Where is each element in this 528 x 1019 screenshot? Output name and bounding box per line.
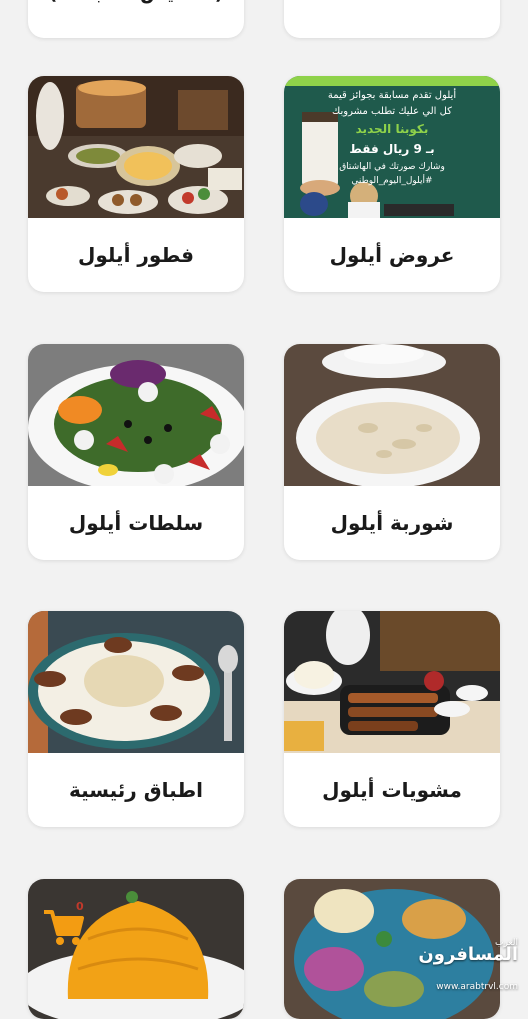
category-title: (الخميس ، الجمعة) xyxy=(28,0,244,38)
category-title: عروض أيلول xyxy=(329,243,455,267)
offers-photo: أيلول تقدم مسابقة بجوائز قيمة كل الي علي… xyxy=(284,76,500,218)
category-title xyxy=(284,0,500,38)
promo-line3: بكوبنا الجديد xyxy=(355,122,429,136)
category-title: فطور أيلول xyxy=(78,243,195,267)
breakfast-photo xyxy=(28,76,244,218)
watermark-logo: العرب المسافرون www.arabtrvl.com xyxy=(418,934,522,994)
category-card-rice[interactable] xyxy=(28,879,244,1019)
watermark-url: www.arabtrvl.com xyxy=(436,982,518,992)
category-card-top-left[interactable]: (الخميس ، الجمعة) xyxy=(28,0,244,38)
watermark-main: المسافرون xyxy=(418,944,518,965)
soup-photo xyxy=(284,344,500,486)
promo-price: بـ 9 ريال فقط xyxy=(349,142,435,156)
promo-line4: وشارك صورتك في الهاشتاق xyxy=(339,162,445,172)
category-card-top-right[interactable] xyxy=(284,0,500,38)
rice-photo xyxy=(28,879,244,1019)
category-title: مشويات أيلول xyxy=(322,778,462,802)
category-card-breakfast[interactable]: فطور أيلول xyxy=(28,76,244,292)
category-card-salads[interactable]: سلطات أيلول xyxy=(28,344,244,560)
promo-line1: أيلول تقدم مسابقة بجوائز قيمة xyxy=(327,90,457,101)
salads-photo xyxy=(28,344,244,486)
promo-hashtag: #أيلول_اليوم_الوطني xyxy=(351,176,433,186)
grills-photo xyxy=(284,611,500,753)
category-title: سلطات أيلول xyxy=(68,511,204,535)
category-card-offers[interactable]: أيلول تقدم مسابقة بجوائز قيمة كل الي علي… xyxy=(284,76,500,292)
category-title: اطباق رئيسية xyxy=(68,778,204,802)
category-card-grills[interactable]: مشويات أيلول xyxy=(284,611,500,827)
cart-count-badge: 0 xyxy=(76,900,84,913)
main-photo xyxy=(28,611,244,753)
category-card-soup[interactable]: شوربة أيلول xyxy=(284,344,500,560)
category-card-main[interactable]: اطباق رئيسية xyxy=(28,611,244,827)
category-title: شوربة أيلول xyxy=(330,511,454,535)
promo-line2: كل الي عليك تطلب مشروبك xyxy=(332,106,452,117)
